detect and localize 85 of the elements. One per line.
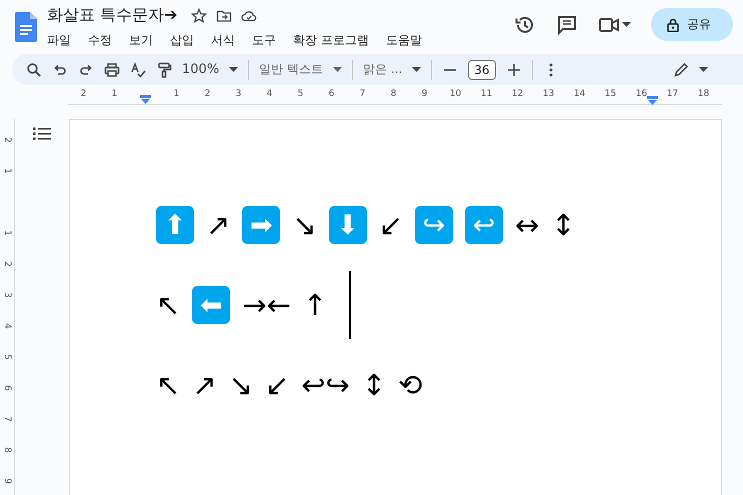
ruler-number: 7: [360, 89, 366, 99]
arrow-symbol: ↗: [206, 207, 230, 244]
arrow-symbol: ↔: [514, 207, 540, 244]
print-icon[interactable]: [104, 62, 120, 78]
arrow-symbol: →←: [242, 287, 291, 324]
ruler-number: 10: [450, 89, 462, 99]
ruler-number: 12: [512, 89, 524, 99]
ruler-number: 5: [298, 89, 304, 99]
ruler-number: 8: [390, 89, 396, 99]
ruler-number: 1: [112, 89, 118, 99]
arrow-symbol: ↖: [156, 287, 180, 324]
ruler-number: 2: [2, 136, 12, 142]
arrow-symbol: ↕: [362, 367, 386, 404]
ruler-number: 5: [2, 354, 12, 360]
indent-marker-icon[interactable]: [140, 95, 151, 104]
ruler-number: 6: [2, 384, 12, 390]
ruler-number: 4: [266, 89, 272, 99]
ruler-number: 7: [2, 416, 12, 422]
caret-icon[interactable]: [333, 66, 342, 72]
menu-item[interactable]: 도움말: [386, 30, 430, 51]
document-title[interactable]: 화살표 특수문자➔: [47, 5, 178, 26]
font-size-field[interactable]: 36: [468, 60, 496, 80]
ruler-number: 14: [574, 89, 586, 99]
caret-icon[interactable]: [622, 22, 631, 28]
ruler-number: 16: [636, 89, 648, 99]
arrow-emoji: ↪: [414, 206, 453, 244]
paint-format-icon[interactable]: [156, 62, 172, 78]
plus-icon[interactable]: [506, 62, 522, 78]
arrow-emoji: ⬇: [328, 206, 367, 244]
document-page[interactable]: ⬆ ↗ ➡ ↘ ⬇ ↙ ↪ ↩ ↔ ↕ ↖ ⬅ →← ↑ ↖ ↗ ↘ ↙ ↩↪ ↕ ⟲: [69, 119, 722, 495]
ruler-number: 17: [666, 89, 678, 99]
lock-icon: [667, 18, 679, 32]
zoom-dropdown[interactable]: 100%: [182, 62, 220, 77]
arrow-symbol: ↩↪: [301, 367, 350, 404]
ruler-number: 3: [236, 89, 242, 99]
menu-item[interactable]: 서식: [211, 30, 243, 51]
arrow-symbol: ↕: [551, 207, 576, 244]
ruler-number: 2: [80, 89, 86, 99]
arrow-emoji: ⬆: [156, 206, 194, 244]
ruler-number: 2: [204, 89, 210, 99]
caret-icon[interactable]: [229, 66, 238, 72]
comment-icon[interactable]: [556, 14, 578, 36]
menu-item[interactable]: 삽입: [170, 30, 202, 51]
ruler-number: 3: [2, 292, 12, 298]
menu-item[interactable]: 확장 프로그램: [293, 30, 377, 51]
menu-item[interactable]: 파일: [47, 30, 79, 51]
ruler-number: 1: [2, 230, 12, 236]
arrow-symbol: ↑: [302, 287, 328, 324]
outline-icon[interactable]: [33, 127, 51, 141]
ruler-number: 18: [698, 89, 710, 99]
arrow-symbol: ↘: [228, 367, 253, 404]
pencil-icon[interactable]: [673, 62, 689, 78]
menu-item[interactable]: 수정: [88, 30, 120, 51]
ruler-number: 9: [2, 478, 12, 484]
ruler-number: 13: [542, 89, 554, 99]
ruler-number: 4: [2, 322, 12, 328]
share-button[interactable]: 공유: [651, 8, 733, 41]
arrow-emoji: ↩: [464, 206, 503, 244]
ruler-number: 1: [2, 168, 12, 174]
arrow-symbol: ↙: [264, 367, 290, 404]
search-icon[interactable]: [26, 62, 42, 78]
menu-item[interactable]: 도구: [252, 30, 284, 51]
arrow-symbol: ⟲: [398, 367, 422, 404]
docs-logo-icon[interactable]: [15, 12, 37, 42]
indent-marker-icon[interactable]: [647, 96, 658, 105]
ruler-number: 6: [328, 89, 334, 99]
arrow-symbol: ↘: [292, 207, 317, 244]
arrow-symbol: ↖: [156, 367, 180, 404]
arrow-emoji: ➡: [242, 206, 280, 244]
caret-icon[interactable]: [699, 66, 708, 72]
ruler-number: 15: [604, 89, 616, 99]
font-dropdown[interactable]: 맑은 ...: [363, 61, 402, 78]
ruler-number: 8: [2, 446, 12, 452]
ruler-number: 1: [174, 89, 180, 99]
style-dropdown[interactable]: 일반 텍스트: [259, 61, 323, 78]
menu-item[interactable]: 보기: [129, 30, 161, 51]
star-icon[interactable]: [190, 8, 206, 24]
ruler-number: 2: [2, 260, 12, 266]
arrow-emoji: ⬅: [192, 286, 230, 324]
ruler-number: 9: [422, 89, 428, 99]
arrow-symbol: ↙: [378, 207, 403, 244]
spellcheck-icon[interactable]: [130, 62, 146, 78]
ruler-number: 11: [480, 89, 492, 99]
arrow-symbol: ↗: [192, 367, 217, 404]
caret-icon[interactable]: [412, 66, 422, 72]
